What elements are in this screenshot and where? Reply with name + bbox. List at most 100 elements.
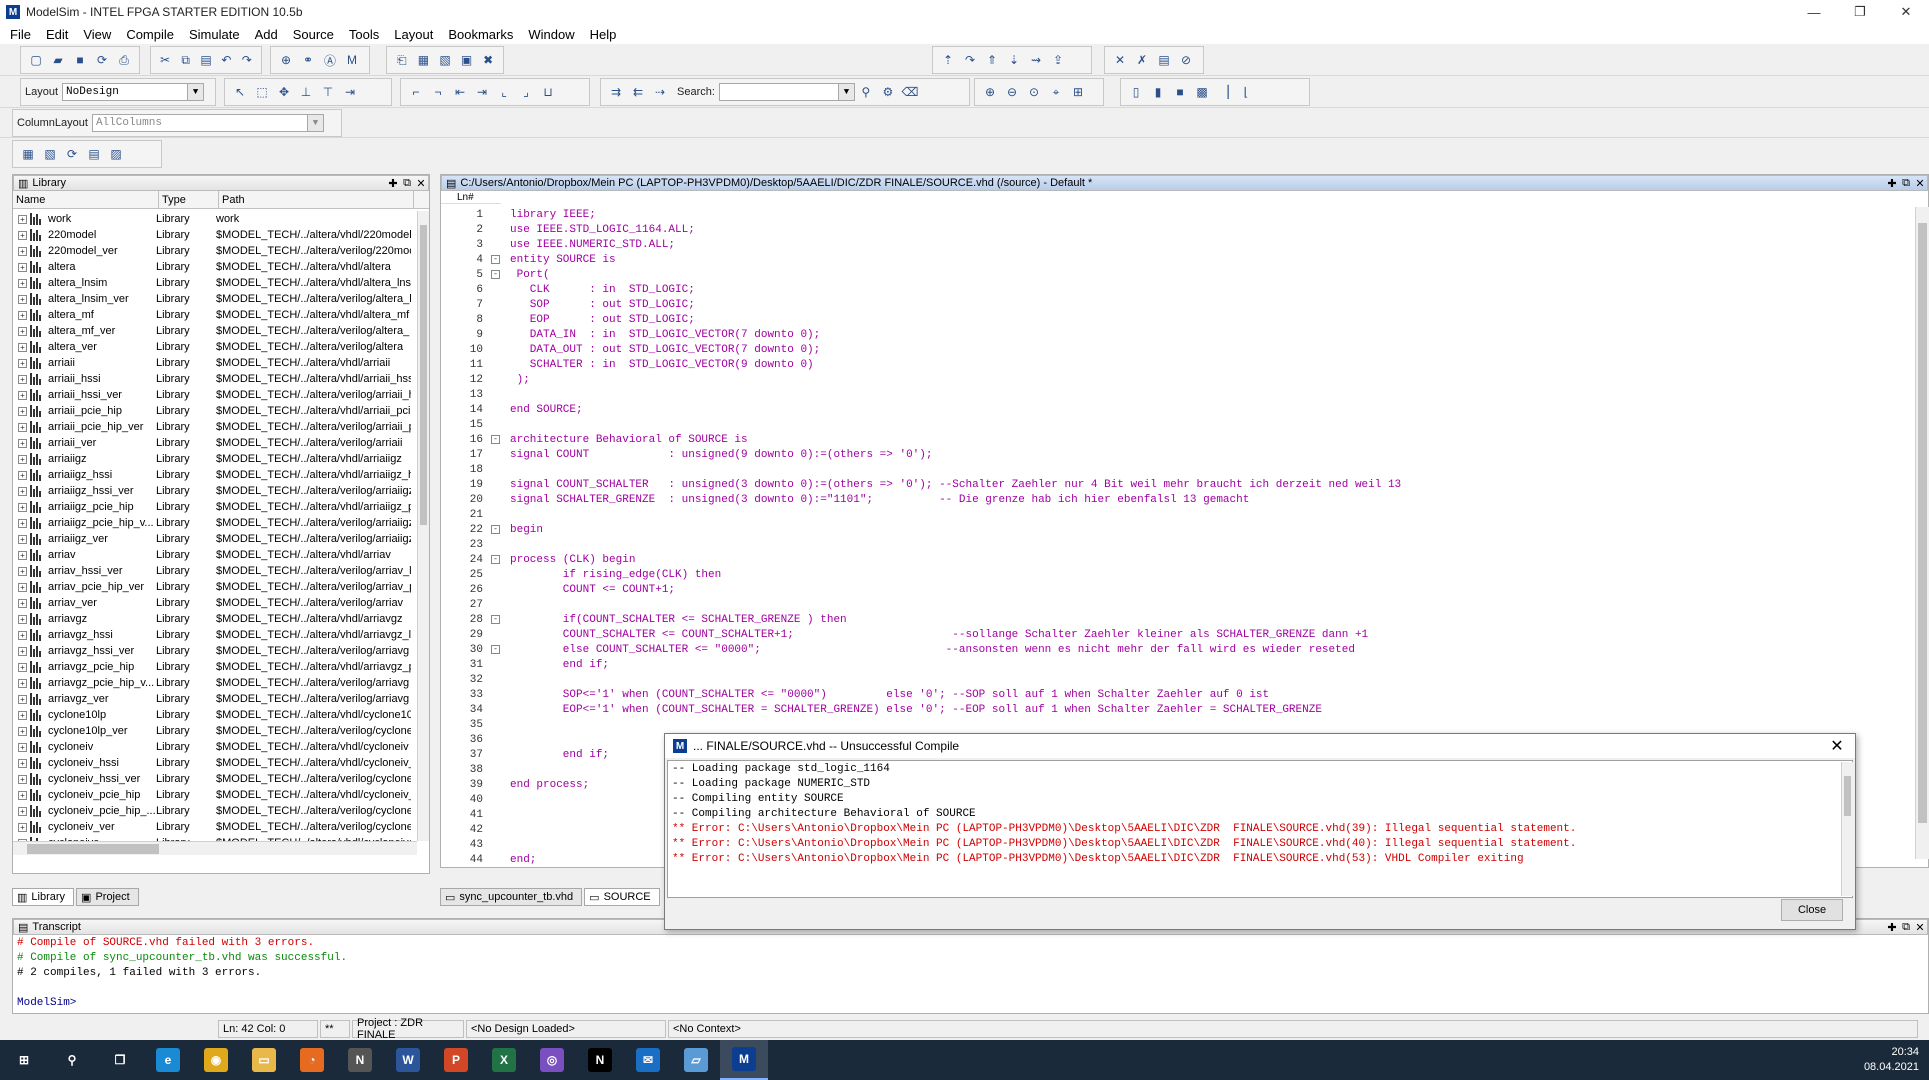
library-row[interactable]: + arriaiigz_pcie_hip Library $MODEL_TECH/..… [13, 499, 417, 515]
library-row[interactable]: + work Library work [13, 211, 417, 227]
expand-icon[interactable]: + [18, 326, 27, 336]
replace-icon[interactable]: Ⓐ [321, 51, 339, 69]
library-row[interactable]: + arriavgz_hssi_ver Library $MODEL_TECH/../… [13, 643, 417, 659]
dialog-scrollbar[interactable] [1841, 762, 1853, 896]
library-row[interactable]: + arriavgz Library $MODEL_TECH/../altera/vh… [13, 611, 417, 627]
flip-icon[interactable]: ⇥ [341, 83, 359, 101]
library-row[interactable]: + cycloneiv_hssi_ver Library $MODEL_TECH/..… [13, 771, 417, 787]
taskbar-app[interactable]: M [720, 1040, 768, 1080]
menu-simulate[interactable]: Simulate [189, 27, 240, 42]
library-row[interactable]: + cyclone10lp Library $MODEL_TECH/../altera… [13, 707, 417, 723]
add-pane-icon[interactable]: ✚ [1885, 920, 1899, 934]
expand-icon[interactable]: + [18, 614, 27, 624]
stop-icon[interactable]: ✕ [1111, 51, 1129, 69]
expand-icon[interactable]: + [18, 582, 27, 592]
taskbar-app[interactable]: ✉ [624, 1040, 672, 1080]
library-row[interactable]: + arriavgz_pcie_hip_v... Library $MODEL_TEC… [13, 675, 417, 691]
close-pane-icon[interactable]: ✕ [1913, 920, 1927, 934]
step-up-icon[interactable]: ⇡ [939, 51, 957, 69]
pointer-icon[interactable]: ↖ [231, 83, 249, 101]
minimize-button[interactable]: — [1791, 0, 1837, 24]
expand-icon[interactable]: + [18, 790, 27, 800]
library-row[interactable]: +220model_ver Library $MODEL_TECH/../alter… [13, 243, 417, 259]
zoom-cursor-icon[interactable]: ⌖ [1047, 83, 1065, 101]
compile-selected-icon[interactable]: ▧ [436, 51, 454, 69]
print-icon[interactable]: ⎙ [115, 51, 133, 69]
library-row[interactable]: + altera_lnsim Library $MODEL_TECH/../alter… [13, 275, 417, 291]
panel-mid-icon[interactable]: ▮ [1149, 83, 1167, 101]
taskbar-app[interactable]: X [480, 1040, 528, 1080]
expand-icon[interactable]: + [18, 214, 27, 224]
library-props-icon[interactable]: ▧ [41, 145, 59, 163]
zoom-full-icon[interactable]: ⊙ [1025, 83, 1043, 101]
menu-tools[interactable]: Tools [349, 27, 379, 42]
expand-icon[interactable]: + [18, 262, 27, 272]
restart-icon[interactable]: ⇪ [1049, 51, 1067, 69]
expand-icon[interactable]: + [18, 230, 27, 240]
break-icon[interactable]: ✖ [479, 51, 497, 69]
wave-out-icon[interactable]: ⇇ [629, 83, 647, 101]
expand-icon[interactable]: + [18, 662, 27, 672]
undo-icon[interactable]: ↶ [218, 51, 234, 69]
new-library-icon[interactable]: ▦ [19, 145, 37, 163]
copy-icon[interactable]: ⧉ [177, 51, 193, 69]
maximize-button[interactable]: ❐ [1837, 0, 1883, 24]
expand-icon[interactable]: + [18, 310, 27, 320]
expand-icon[interactable]: + [18, 694, 27, 704]
simulate-icon[interactable]: ▣ [458, 51, 476, 69]
undock-icon[interactable]: ⧉ [1899, 920, 1913, 934]
command-prompt[interactable]: ModelSim> [13, 997, 76, 1012]
library-row[interactable]: + arriaii_hssi_ver Library $MODEL_TECH/../a… [13, 387, 417, 403]
library-row[interactable]: +220model Library $MODEL_TECH/../altera/vh… [13, 227, 417, 243]
undock-icon[interactable]: ⧉ [400, 176, 414, 190]
open-folder-icon[interactable]: ▰ [49, 51, 67, 69]
zoom-out-icon[interactable]: ⊖ [1003, 83, 1021, 101]
library-row[interactable]: + arriaiigz_hssi Library $MODEL_TECH/../alt… [13, 467, 417, 483]
library-row[interactable]: + arriavgz_hssi Library $MODEL_TECH/../alte… [13, 627, 417, 643]
library-row[interactable]: + cyclone10lp_ver Library $MODEL_TECH/../al… [13, 723, 417, 739]
fold-icon[interactable]: - [491, 645, 500, 654]
layout-select[interactable]: NoDesign ▼ [62, 83, 205, 101]
edge-both-icon[interactable]: ⊔ [539, 83, 557, 101]
library-row[interactable]: + altera_mf_ver Library $MODEL_TECH/../alte… [13, 323, 417, 339]
expand-icon[interactable]: + [18, 486, 27, 496]
column-header-type[interactable]: Type [159, 191, 219, 208]
library-map-icon[interactable]: ▤ [85, 145, 103, 163]
expand-icon[interactable]: + [18, 758, 27, 768]
expand-icon[interactable]: + [18, 406, 27, 416]
redo-icon[interactable]: ↷ [239, 51, 255, 69]
wave-in-icon[interactable]: ⇉ [607, 83, 625, 101]
editor-vertical-scrollbar[interactable] [1915, 207, 1929, 859]
editor-scroll-thumb[interactable] [1918, 223, 1927, 823]
move-icon[interactable]: ✥ [275, 83, 293, 101]
menu-edit[interactable]: Edit [46, 27, 68, 42]
search-input[interactable]: ▼ [718, 83, 855, 101]
taskbar-app[interactable]: ◎ [528, 1040, 576, 1080]
taskbar-app[interactable]: N [336, 1040, 384, 1080]
fold-icon[interactable]: - [491, 435, 500, 444]
taskbar-app[interactable]: ❐ [96, 1040, 144, 1080]
library-row[interactable]: + arriaii_hssi Library $MODEL_TECH/../alter… [13, 371, 417, 387]
expand-icon[interactable]: + [18, 278, 27, 288]
column-header-name[interactable]: Name [13, 191, 159, 208]
taskbar-app[interactable]: ◉ [192, 1040, 240, 1080]
library-row[interactable]: + arriaii_pcie_hip Library $MODEL_TECH/../a… [13, 403, 417, 419]
menu-window[interactable]: Window [528, 27, 574, 42]
edge-right-icon[interactable]: ⌟ [517, 83, 535, 101]
panel-left-icon[interactable]: ▯ [1127, 83, 1145, 101]
new-file-icon[interactable]: ▢ [27, 51, 45, 69]
expand-icon[interactable]: + [18, 470, 27, 480]
expand-icon[interactable]: + [18, 534, 27, 544]
tab-source[interactable]: ▭ SOURCE [584, 888, 660, 906]
find-prev-icon[interactable]: ⇤ [451, 83, 469, 101]
expand-icon[interactable]: + [18, 550, 27, 560]
panel-bar-icon[interactable]: ▕ [1215, 83, 1233, 101]
cut-icon[interactable]: ✂ [157, 51, 173, 69]
save-icon[interactable]: ■ [71, 51, 89, 69]
library-row[interactable]: + arriaiigz_pcie_hip_v... Library $MODEL_TE… [13, 515, 417, 531]
wave-cursor-icon[interactable]: ⇢ [651, 83, 669, 101]
reload-icon[interactable]: ⟳ [93, 51, 111, 69]
expand-icon[interactable]: + [18, 678, 27, 688]
taskbar-app[interactable]: ◔ [288, 1040, 336, 1080]
tab-project[interactable]: ▣ Project [76, 888, 139, 906]
